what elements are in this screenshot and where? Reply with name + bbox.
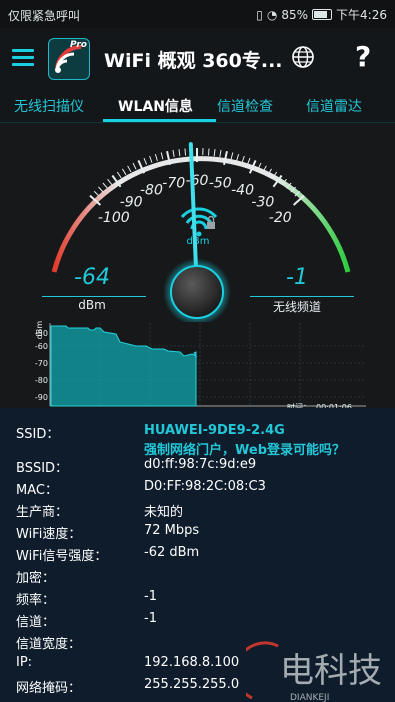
gauge-tick-label: -30 bbox=[251, 194, 274, 210]
ip-value: 192.168.8.100 bbox=[144, 655, 240, 670]
gauge-minor-tick bbox=[116, 171, 122, 179]
channel-value: -1 bbox=[286, 265, 308, 290]
gauge-minor-tick bbox=[93, 190, 100, 197]
gauge-minor-tick bbox=[230, 152, 234, 160]
graph-ytick: -60 bbox=[35, 342, 48, 351]
battery-percent: 85% bbox=[281, 7, 309, 22]
signal-history-graph: dBm -50 -60 -70 -80 -90 时间： 00:01:06 bbox=[35, 321, 366, 412]
status-time: 下午4:26 bbox=[336, 8, 387, 22]
watermark-text: 电科技 bbox=[280, 651, 382, 691]
gauge-minor-tick bbox=[160, 152, 164, 160]
gauge-minor-tick bbox=[236, 154, 240, 161]
vendor-label: 生产商： bbox=[16, 505, 69, 520]
vibrate-icon: ▯ bbox=[256, 7, 263, 22]
channel-detail-value: -1 bbox=[144, 611, 157, 626]
app-logo-icon: Pro bbox=[48, 38, 90, 80]
gauge-minor-tick bbox=[121, 168, 127, 176]
bssid-label: BSSID： bbox=[16, 461, 69, 476]
gauge-minor-tick bbox=[98, 186, 104, 193]
vendor-value: 未知的 bbox=[144, 505, 184, 520]
watermark-logo: 电科技 DIANKEJI bbox=[246, 641, 382, 702]
mac-value: D0:FF:98:2C:08:C3 bbox=[144, 479, 266, 494]
tab-channel-check[interactable]: 信道检查 bbox=[217, 96, 273, 116]
gauge-minor-tick bbox=[102, 182, 108, 189]
pro-badge: Pro bbox=[70, 40, 87, 50]
signal-value: -64 bbox=[74, 265, 110, 290]
ip-label: IP: bbox=[16, 655, 33, 670]
battery-icon bbox=[312, 9, 333, 20]
gauge-minor-tick bbox=[132, 162, 137, 170]
gauge-minor-tick bbox=[207, 148, 210, 156]
strength-label: WiFi信号强度： bbox=[16, 549, 108, 564]
mask-value: 255.255.255.0 bbox=[144, 677, 240, 692]
mac-label: MAC： bbox=[16, 483, 58, 498]
mask-label: 网络掩码： bbox=[16, 681, 82, 696]
width-label: 信道宽度： bbox=[16, 637, 82, 652]
strength-value: -62 dBm bbox=[144, 545, 200, 560]
gauge-tick-label: -50 bbox=[209, 175, 232, 191]
signal-history-area bbox=[50, 325, 198, 407]
wifi-lock-icon bbox=[180, 207, 218, 237]
tab-bar: 无线扫描仪 WLAN信息 信道检查 信道雷达 bbox=[0, 90, 395, 123]
gauge-knob bbox=[170, 265, 224, 319]
tab-wlan-info[interactable]: WLAN信息 bbox=[118, 96, 193, 116]
app-bar: Pro WiFi 概观 360专... ? bbox=[0, 28, 395, 90]
speed-value: 72 Mbps bbox=[144, 523, 200, 538]
detail-row-bssid: BSSID： d0:ff:98:7c:9d:e9 bbox=[0, 454, 395, 476]
gauge-minor-tick bbox=[143, 157, 148, 165]
gauge-minor-tick bbox=[172, 149, 175, 158]
signal-underline bbox=[42, 296, 146, 297]
detail-row-channel: 信道： -1 bbox=[0, 608, 395, 630]
speed-label: WiFi速度： bbox=[16, 527, 82, 542]
tab-scanner[interactable]: 无线扫描仪 bbox=[14, 96, 84, 116]
detail-row-speed: WiFi速度： 72 Mbps bbox=[0, 520, 395, 542]
app-title: WiFi 概观 360专... bbox=[104, 50, 283, 72]
help-icon[interactable]: ? bbox=[355, 40, 371, 73]
channel-label: 无线频道 bbox=[272, 300, 321, 314]
graph-ytick: -90 bbox=[35, 393, 48, 402]
detail-row-frequency: 频率： -1 bbox=[0, 586, 395, 608]
status-right: ▯ ◔ 85% 下午4:26 bbox=[256, 6, 387, 23]
gauge-minor-tick bbox=[219, 149, 222, 158]
detail-row-strength: WiFi信号强度： -62 dBm bbox=[0, 542, 395, 564]
gauge-tick-label: -20 bbox=[269, 210, 292, 226]
gauge-tick-label: -70 bbox=[162, 175, 185, 191]
gauge-minor-tick bbox=[149, 155, 153, 163]
detail-row-vendor: 生产商： 未知的 bbox=[0, 498, 395, 520]
graph-ytick: -70 bbox=[35, 359, 48, 368]
status-bar: 仅限紧急呼叫 ▯ ◔ 85% 下午4:26 bbox=[0, 0, 395, 28]
graph-ytick: -50 bbox=[35, 329, 48, 338]
signal-gauge: -100-90-80 -70 -60 -50 -40-30-20 dBm bbox=[51, 142, 351, 322]
gauge-tick-label: -60 bbox=[186, 173, 209, 189]
channel-underline bbox=[250, 296, 354, 297]
menu-icon[interactable] bbox=[12, 49, 34, 67]
tab-channel-radar[interactable]: 信道雷达 bbox=[306, 96, 362, 116]
gauge-center-unit: dBm bbox=[187, 236, 210, 247]
globe-icon[interactable] bbox=[291, 45, 315, 69]
gauge-tick-label: -100 bbox=[98, 210, 130, 226]
frequency-label: 频率： bbox=[16, 593, 56, 608]
encryption-label: 加密： bbox=[16, 571, 56, 586]
graph-ytick: -80 bbox=[35, 376, 48, 385]
status-left-text: 仅限紧急呼叫 bbox=[8, 9, 81, 23]
gauge-minor-tick bbox=[107, 178, 113, 185]
detail-row-encryption: 加密： bbox=[0, 564, 395, 586]
wifi-icon: ◔ bbox=[266, 7, 278, 22]
channel-detail-label: 信道： bbox=[16, 615, 56, 630]
gauge-minor-tick bbox=[154, 154, 158, 161]
gauge-minor-tick bbox=[178, 149, 181, 157]
gauge-minor-tick bbox=[127, 165, 132, 173]
gauge-minor-tick bbox=[241, 155, 245, 163]
gauge-tick-label: -80 bbox=[140, 183, 163, 199]
signal-unit: dBm bbox=[78, 298, 106, 312]
gauge-minor-tick bbox=[213, 149, 216, 157]
detail-row-mac: MAC： D0:FF:98:2C:08:C3 bbox=[0, 476, 395, 498]
gauge-minor-tick bbox=[184, 148, 187, 156]
watermark-subtext: DIANKEJI bbox=[290, 693, 329, 702]
frequency-value: -1 bbox=[144, 589, 157, 604]
bssid-value: d0:ff:98:7c:9d:e9 bbox=[144, 457, 257, 472]
